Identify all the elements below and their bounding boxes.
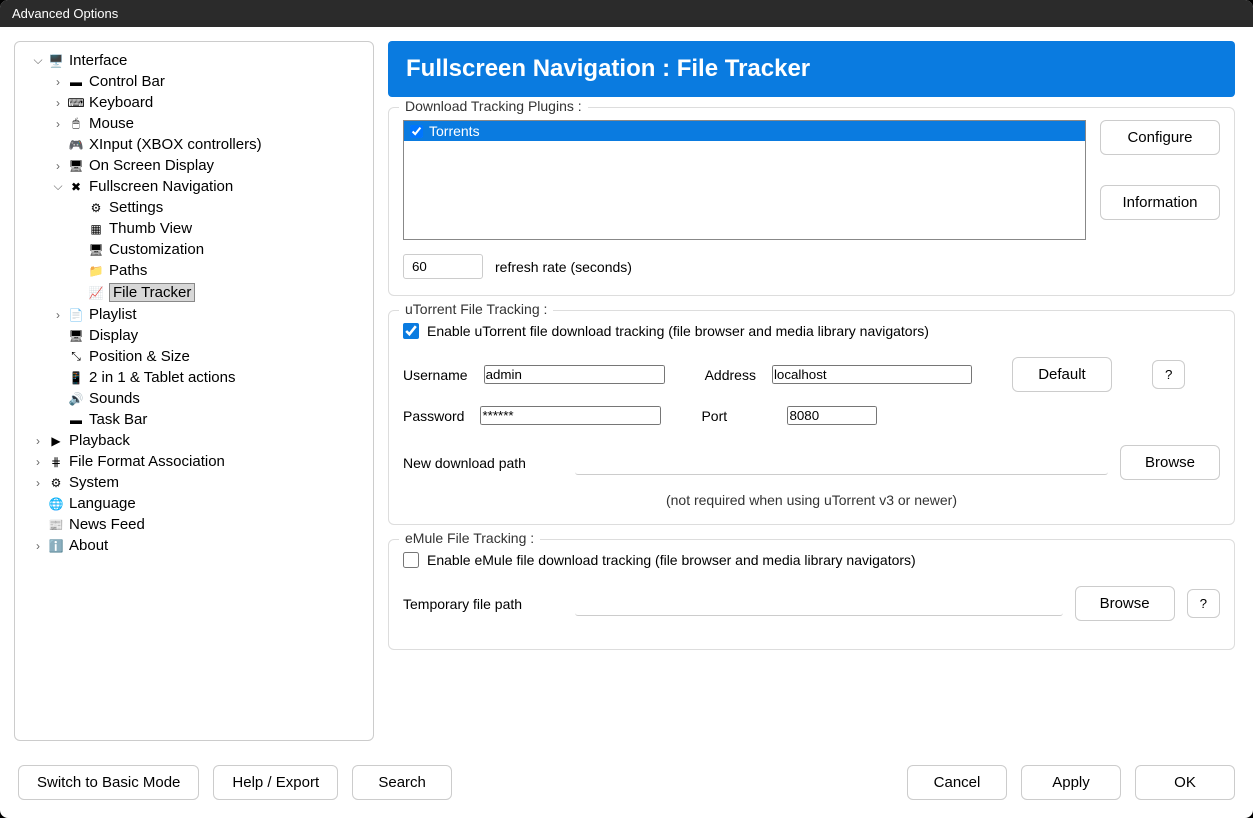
configure-button[interactable]: Configure <box>1100 120 1220 155</box>
monitor-icon: 🖥 <box>67 328 85 344</box>
password-label: Password <box>403 408 464 424</box>
page-title: Fullscreen Navigation : File Tracker <box>388 41 1235 97</box>
tree-item-playback[interactable]: ›▶Playback <box>19 430 369 451</box>
help-export-button[interactable]: Help / Export <box>213 765 338 800</box>
arrows-icon: ⤡ <box>67 349 85 365</box>
utorrent-enable-label: Enable uTorrent file download tracking (… <box>427 323 929 339</box>
folder-icon: 📁 <box>87 263 105 279</box>
tree-item-interface[interactable]: ⌵🖥️Interface <box>19 50 369 71</box>
mouse-icon: 🖱 <box>67 116 85 132</box>
tablet-icon: 📱 <box>67 370 85 386</box>
tree-item-osd[interactable]: ›🖥On Screen Display <box>19 155 369 176</box>
chart-icon: 📈 <box>87 285 105 301</box>
grid-icon: ▦ <box>87 221 105 237</box>
tree-item-sounds[interactable]: 🔊Sounds <box>19 388 369 409</box>
window-titlebar: Advanced Options <box>0 0 1253 27</box>
tree-item-system[interactable]: ›⚙System <box>19 472 369 493</box>
information-button[interactable]: Information <box>1100 185 1220 220</box>
password-input[interactable] <box>480 406 661 425</box>
gear-icon: ⚙ <box>47 475 65 491</box>
tree-item-mouse[interactable]: ›🖱Mouse <box>19 113 369 134</box>
username-input[interactable] <box>484 365 665 384</box>
utorrent-hint: (not required when using uTorrent v3 or … <box>403 492 1220 508</box>
tree-item-display[interactable]: 🖥Display <box>19 325 369 346</box>
list-icon: 📄 <box>67 307 85 323</box>
refresh-rate-label: refresh rate (seconds) <box>495 259 632 275</box>
tree-item-xinput[interactable]: 🎮XInput (XBOX controllers) <box>19 134 369 155</box>
port-input[interactable] <box>787 406 877 425</box>
tree-item-task-bar[interactable]: ▬Task Bar <box>19 409 369 430</box>
newpath-input[interactable] <box>575 450 1108 475</box>
tree-item-about[interactable]: ›ℹ️About <box>19 535 369 556</box>
tree-item-playlist[interactable]: ›📄Playlist <box>19 304 369 325</box>
monitor-icon: 🖥 <box>87 242 105 258</box>
monitor-icon: 🖥️ <box>47 53 65 69</box>
tree-item-tablet[interactable]: 📱2 in 1 & Tablet actions <box>19 367 369 388</box>
plugin-item-torrents[interactable]: Torrents <box>404 121 1085 141</box>
default-button[interactable]: Default <box>1012 357 1112 392</box>
info-icon: ℹ️ <box>47 538 65 554</box>
emule-enable-checkbox[interactable] <box>403 552 419 568</box>
bar-icon: ▬ <box>67 74 85 90</box>
plugin-torrents-checkbox[interactable] <box>410 125 423 138</box>
refresh-rate-input[interactable] <box>403 254 483 279</box>
gamepad-icon: 🎮 <box>67 137 85 153</box>
ok-button[interactable]: OK <box>1135 765 1235 800</box>
address-label: Address <box>705 367 756 383</box>
search-button[interactable]: Search <box>352 765 452 800</box>
news-icon: 📰 <box>47 517 65 533</box>
utorrent-group: uTorrent File Tracking : Enable uTorrent… <box>388 310 1235 525</box>
temppath-label: Temporary file path <box>403 596 563 612</box>
dialog-footer: Switch to Basic Mode Help / Export Searc… <box>0 755 1253 818</box>
tree-item-customization[interactable]: 🖥Customization <box>19 239 369 260</box>
tree-item-fullscreen-nav[interactable]: ⌵✖Fullscreen Navigation <box>19 176 369 197</box>
emule-group: eMule File Tracking : Enable eMule file … <box>388 539 1235 650</box>
apply-button[interactable]: Apply <box>1021 765 1121 800</box>
plugins-group: Download Tracking Plugins : Torrents Con… <box>388 107 1235 296</box>
category-tree[interactable]: ⌵🖥️Interface ›▬Control Bar ›⌨Keyboard ›🖱… <box>14 41 374 741</box>
utorrent-enable-checkbox[interactable] <box>403 323 419 339</box>
emule-legend: eMule File Tracking : <box>399 530 540 546</box>
username-label: Username <box>403 367 468 383</box>
tree-item-settings[interactable]: ⚙Settings <box>19 197 369 218</box>
tree-item-file-format[interactable]: ›⋕File Format Association <box>19 451 369 472</box>
utorrent-help-button[interactable]: ? <box>1152 360 1185 389</box>
monitor-icon: 🖥 <box>67 158 85 174</box>
tree-item-keyboard[interactable]: ›⌨Keyboard <box>19 92 369 113</box>
tools-icon: ✖ <box>67 179 85 195</box>
tree-item-control-bar[interactable]: ›▬Control Bar <box>19 71 369 92</box>
temppath-input[interactable] <box>575 591 1063 616</box>
port-label: Port <box>701 408 771 424</box>
taskbar-icon: ▬ <box>67 412 85 428</box>
utorrent-browse-button[interactable]: Browse <box>1120 445 1220 480</box>
newpath-label: New download path <box>403 455 563 471</box>
gear-icon: ⚙ <box>87 200 105 216</box>
tree-item-file-tracker[interactable]: 📈File Tracker <box>19 281 369 304</box>
emule-enable-label: Enable eMule file download tracking (fil… <box>427 552 916 568</box>
emule-browse-button[interactable]: Browse <box>1075 586 1175 621</box>
address-input[interactable] <box>772 365 972 384</box>
tree-item-position-size[interactable]: ⤡Position & Size <box>19 346 369 367</box>
sound-icon: 🔊 <box>67 391 85 407</box>
basic-mode-button[interactable]: Switch to Basic Mode <box>18 765 199 800</box>
plugins-legend: Download Tracking Plugins : <box>399 98 588 114</box>
tree-item-news-feed[interactable]: 📰News Feed <box>19 514 369 535</box>
tree-item-language[interactable]: 🌐Language <box>19 493 369 514</box>
play-icon: ▶ <box>47 433 65 449</box>
plugin-torrents-label: Torrents <box>429 123 480 139</box>
cancel-button[interactable]: Cancel <box>907 765 1007 800</box>
tree-item-thumb-view[interactable]: ▦Thumb View <box>19 218 369 239</box>
globe-icon: 🌐 <box>47 496 65 512</box>
utorrent-legend: uTorrent File Tracking : <box>399 301 553 317</box>
link-icon: ⋕ <box>47 454 65 470</box>
emule-help-button[interactable]: ? <box>1187 589 1220 618</box>
tree-item-paths[interactable]: 📁Paths <box>19 260 369 281</box>
plugins-listbox[interactable]: Torrents <box>403 120 1086 240</box>
keyboard-icon: ⌨ <box>67 95 85 111</box>
